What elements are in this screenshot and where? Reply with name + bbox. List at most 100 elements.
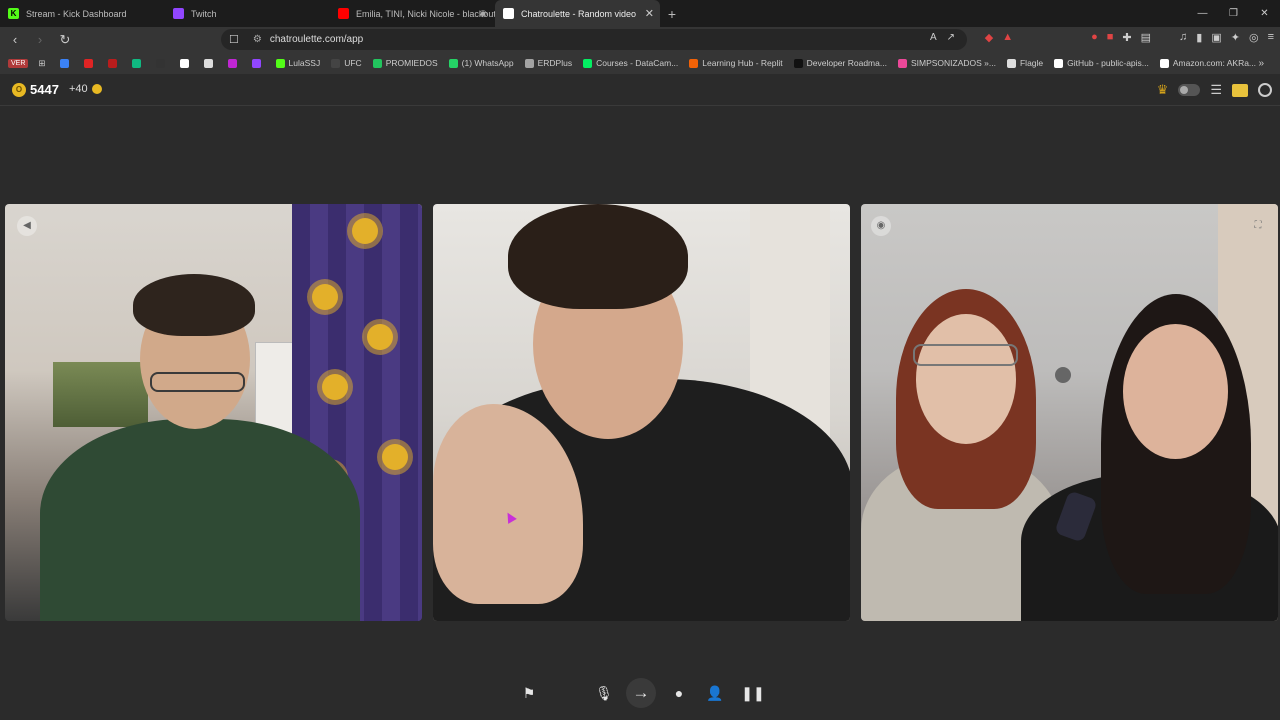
bookmark-label: GitHub - public-apis... xyxy=(1067,58,1149,68)
bookmark-item[interactable] xyxy=(155,58,169,68)
bookmark-item[interactable] xyxy=(107,58,121,68)
tab-chatroulette[interactable]: Chatroulette - Random video ✕ xyxy=(495,0,660,27)
tab-twitch[interactable]: Twitch xyxy=(165,0,330,27)
bookmark-item[interactable] xyxy=(203,58,217,68)
window-controls: — ❐ ✕ xyxy=(1187,0,1280,27)
filters-icon[interactable]: ☰ xyxy=(1210,82,1222,98)
camera-icon[interactable]: ◉ xyxy=(871,216,891,236)
puzzle-icon[interactable]: ✚ xyxy=(1122,31,1131,44)
site-info-icon[interactable]: ⚙ xyxy=(253,34,262,45)
bookmark-item[interactable]: Courses - DataCam... xyxy=(583,58,678,68)
messages-icon[interactable] xyxy=(1232,83,1248,97)
lamp xyxy=(1055,367,1071,383)
microphone-icon[interactable]: 🎙 xyxy=(589,678,619,708)
bookmark-item[interactable] xyxy=(179,58,193,68)
new-tab-button[interactable]: + xyxy=(660,6,684,22)
chevron-right-icon[interactable]: » xyxy=(1258,58,1264,69)
maximize-button[interactable]: ❐ xyxy=(1218,0,1249,27)
twitch-icon xyxy=(173,8,184,19)
close-icon[interactable]: ✕ xyxy=(645,7,654,20)
leo-icon[interactable]: ✦ xyxy=(1231,31,1240,44)
bookmark-favicon-icon xyxy=(227,58,237,68)
bookmark-item[interactable] xyxy=(131,58,145,68)
next-button[interactable]: → xyxy=(626,678,656,708)
url-text[interactable]: chatroulette.com/app xyxy=(270,34,363,45)
app-header: O 5447 +40 ♛ ☰ xyxy=(0,74,1280,106)
premium-toggle[interactable] xyxy=(1178,84,1201,96)
bookmark-item[interactable]: LulaSSJ xyxy=(275,58,320,68)
youtube-icon xyxy=(338,8,349,19)
bookmark-label: ERDPlus xyxy=(537,58,573,68)
close-window-button[interactable]: ✕ xyxy=(1249,0,1280,27)
coin-small-icon xyxy=(92,84,102,94)
add-friend-icon[interactable]: 👤 xyxy=(700,678,730,708)
brave-shield-icon[interactable]: ◆ xyxy=(985,31,993,44)
video-tile-partner: ◀ xyxy=(5,204,422,621)
bookmark-favicon-icon xyxy=(275,58,285,68)
forward-button[interactable]: › xyxy=(30,32,50,47)
translate-icon[interactable]: A xyxy=(930,32,937,43)
tab-kick-dashboard[interactable]: K Stream - Kick Dashboard xyxy=(0,0,165,27)
sun-pattern xyxy=(367,324,393,350)
bookmark-favicon-icon xyxy=(83,58,93,68)
bookmark-favicon-icon xyxy=(203,58,213,68)
sidebar-icon[interactable]: ▮ xyxy=(1196,31,1202,44)
bookmark-item[interactable]: UFC xyxy=(331,58,362,68)
bookmark-item[interactable]: ERDPlus xyxy=(524,58,573,68)
pause-icon[interactable]: ❚❚ xyxy=(738,678,768,708)
extension-icon[interactable]: ■ xyxy=(1107,31,1114,44)
bookmark-item[interactable] xyxy=(227,58,241,68)
coin-icon: O xyxy=(12,83,26,97)
record-icon[interactable]: ● xyxy=(1091,31,1098,44)
bookmark-item[interactable]: Flagle xyxy=(1006,58,1044,68)
crown-icon[interactable]: ♛ xyxy=(1157,82,1169,98)
speaker-icon[interactable]: ◉ xyxy=(479,8,487,19)
rewards-icon[interactable]: ▲ xyxy=(1002,31,1013,44)
flag-icon[interactable]: ⚑ xyxy=(514,678,544,708)
fullscreen-icon[interactable]: ⛶ xyxy=(1248,216,1268,236)
extensions-bar: ◆ ▲ ● ■ ✚ ▤ ♫ ▮ ▣ ✦ ◎ ≡ xyxy=(985,31,1274,44)
reload-button[interactable]: ↻ xyxy=(55,32,75,48)
bookmark-item[interactable] xyxy=(59,58,73,68)
menu-icon[interactable]: ≡ xyxy=(1268,31,1274,44)
tab-title: Stream - Kick Dashboard xyxy=(26,8,127,19)
poster xyxy=(53,362,148,427)
chat-icon[interactable]: ● xyxy=(664,678,694,708)
bookmark-icon[interactable]: ☐ xyxy=(229,33,239,46)
bookmark-favicon-icon xyxy=(1054,58,1064,68)
minimize-button[interactable]: — xyxy=(1187,0,1218,27)
bookmark-item[interactable]: PROMIEDOS xyxy=(372,58,438,68)
bookmark-item[interactable] xyxy=(251,58,265,68)
tab-youtube[interactable]: Emilia, TINI, Nicki Nicole - blackout ◉ xyxy=(330,0,495,27)
bookmark-favicon-icon xyxy=(689,58,699,68)
points-count: 5447 xyxy=(30,82,59,97)
bookmark-item[interactable]: SIMPSONIZADOS »... xyxy=(897,58,996,68)
bookmark-item[interactable]: Learning Hub - Replit xyxy=(689,58,783,68)
address-bar[interactable]: ☐ ⚙ chatroulette.com/app A ↗ xyxy=(221,29,967,50)
bookmarks-bar: VER ⊞ LulaSSJ UFC PROMIEDOS (1) WhatsApp ERD… xyxy=(0,52,1280,74)
reader-icon[interactable]: ▤ xyxy=(1141,31,1151,44)
bookmark-label: Courses - DataCam... xyxy=(596,58,679,68)
wallet-icon[interactable]: ▣ xyxy=(1211,31,1221,44)
share-icon[interactable]: ↗ xyxy=(947,32,955,43)
bookmark-item[interactable]: (1) WhatsApp xyxy=(448,58,514,68)
bookmark-item[interactable]: Amazon.com: AKRa... xyxy=(1159,58,1257,68)
video-tile-other: ◉ ⛶ xyxy=(861,204,1278,621)
music-icon[interactable]: ♫ xyxy=(1179,31,1187,44)
tab-title: Chatroulette - Random video xyxy=(521,8,637,19)
sun-pattern xyxy=(382,444,408,470)
ver-badge[interactable]: VER xyxy=(8,58,29,68)
bookmark-label: Flagle xyxy=(1019,58,1044,68)
bookmark-item[interactable]: GitHub - public-apis... xyxy=(1054,58,1149,68)
profile-icon[interactable] xyxy=(1258,83,1272,97)
bookmark-item[interactable] xyxy=(83,58,97,68)
apps-icon[interactable]: ⊞ xyxy=(38,58,45,69)
bookmark-favicon-icon xyxy=(155,58,165,68)
vpn-icon[interactable]: ◎ xyxy=(1249,31,1259,44)
back-button[interactable]: ‹ xyxy=(5,32,25,47)
speaker-icon[interactable]: ◀ xyxy=(17,216,37,236)
bookmark-item[interactable]: Developer Roadma... xyxy=(793,58,887,68)
bookmark-favicon-icon xyxy=(131,58,141,68)
bookmark-favicon-icon xyxy=(448,58,458,68)
bookmark-label: Amazon.com: AKRa... xyxy=(1172,58,1257,68)
